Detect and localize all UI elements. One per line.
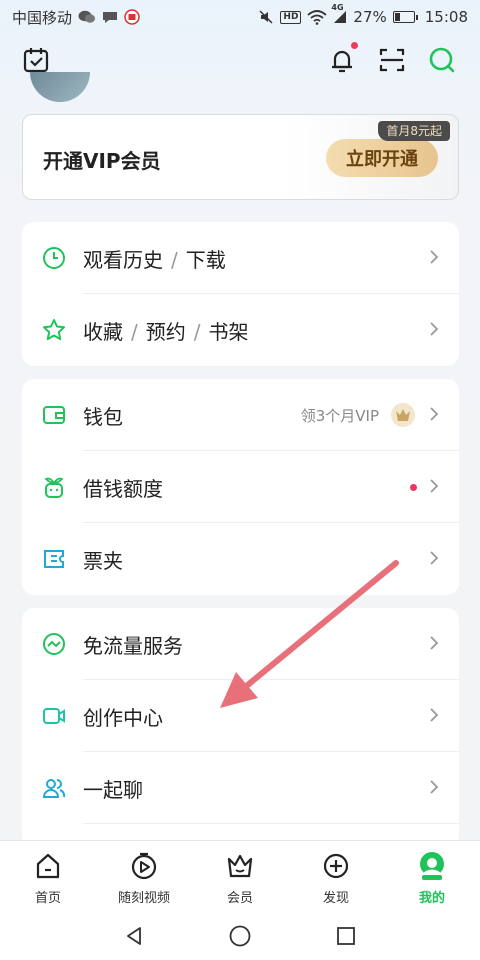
- message-icon: [102, 10, 118, 24]
- chevron-right-icon: [429, 634, 439, 652]
- history-download-row[interactable]: 观看历史 / 下载: [22, 222, 459, 294]
- nav-video-label: 随刻视频: [117, 891, 170, 906]
- video-camera-icon: [42, 704, 66, 728]
- divider: [83, 823, 459, 824]
- battery-fill: [394, 13, 400, 21]
- favorites-text[interactable]: 收藏: [83, 320, 123, 344]
- creator-center-row[interactable]: 创作中心: [22, 680, 459, 752]
- recents-icon[interactable]: [330, 920, 362, 952]
- nav-video[interactable]: 随刻视频: [96, 841, 192, 912]
- nav-profile-label: 我的: [418, 891, 445, 906]
- battery-icon: [392, 11, 418, 23]
- data-flow-icon: [42, 632, 66, 656]
- nav-home-label: 首页: [34, 891, 61, 906]
- wallet-row[interactable]: 钱包 领3个月VIP: [22, 379, 459, 451]
- separator-slash: /: [171, 247, 178, 272]
- profile-icon: [417, 851, 447, 881]
- chevron-right-icon: [429, 248, 439, 266]
- chevron-right-icon: [429, 477, 439, 495]
- clock-icon: [42, 246, 66, 270]
- wechat-icon: [78, 10, 96, 24]
- data-free-label: 免流量服务: [83, 633, 183, 658]
- reservations-text[interactable]: 预约: [146, 320, 186, 344]
- sprout-pot-icon: [42, 475, 66, 499]
- system-navigation-bar: [0, 912, 480, 960]
- vip-promo-tag: 首月8元起: [378, 121, 450, 141]
- favorites-row[interactable]: 收藏 / 预约 / 书架: [22, 294, 459, 366]
- star-icon: [42, 318, 66, 342]
- open-vip-button[interactable]: 立即开通: [326, 139, 438, 177]
- wifi-icon: [307, 9, 328, 25]
- chevron-right-icon: [429, 405, 439, 423]
- favorites-label: 收藏 / 预约 / 书架: [83, 316, 249, 345]
- chat-together-row[interactable]: 一起聊: [22, 752, 459, 824]
- mute-icon: [258, 9, 274, 25]
- chevron-right-icon: [429, 778, 439, 796]
- nav-profile[interactable]: 我的: [384, 841, 480, 912]
- wallet-icon: [42, 403, 66, 427]
- separator-slash: /: [131, 319, 138, 344]
- people-icon: [42, 776, 66, 800]
- home-icon: [33, 851, 63, 881]
- play-circle-icon: [129, 851, 159, 881]
- ticket-icon: [42, 547, 66, 571]
- chevron-right-icon: [429, 320, 439, 338]
- plus-circle-icon: [321, 851, 351, 881]
- nav-vip[interactable]: 会员: [192, 841, 288, 912]
- battery-percent: 27%: [353, 8, 387, 26]
- nav-discover[interactable]: 发现: [288, 841, 384, 912]
- vip-title: 开通VIP会员: [43, 149, 161, 173]
- wallet-card: 钱包 领3个月VIP 借钱额度 票夹: [22, 379, 459, 595]
- wallet-promo-hint: 领3个月VIP: [300, 406, 379, 425]
- separator-slash: /: [193, 319, 201, 344]
- app-notification-icon: [124, 9, 140, 25]
- chevron-right-icon: [429, 549, 439, 567]
- clock: 15:08: [424, 8, 468, 26]
- nav-vip-label: 会员: [226, 891, 253, 906]
- tickets-label: 票夹: [83, 548, 123, 573]
- history-label: 观看历史 / 下载: [83, 244, 226, 273]
- tickets-row[interactable]: 票夹: [22, 523, 459, 595]
- bookshelf-text[interactable]: 书架: [209, 320, 249, 344]
- data-free-row[interactable]: 免流量服务: [22, 608, 459, 680]
- network-type: 4G: [331, 3, 344, 12]
- creator-center-label: 创作中心: [83, 705, 163, 730]
- bottom-navigation: 首页 随刻视频 会员 发现 我的: [0, 840, 480, 912]
- scan-icon[interactable]: [374, 42, 410, 78]
- badge-dot: [410, 484, 417, 491]
- back-icon[interactable]: [118, 920, 150, 952]
- services-card: 免流量服务 创作中心 一起聊: [22, 608, 459, 848]
- credit-row[interactable]: 借钱额度: [22, 451, 459, 523]
- nav-discover-label: 发现: [322, 891, 349, 906]
- credit-label: 借钱额度: [83, 476, 163, 501]
- carrier-text: 中国移动: [12, 8, 73, 27]
- search-icon[interactable]: [424, 42, 460, 78]
- history-card: 观看历史 / 下载 收藏 / 预约 / 书架: [22, 222, 459, 366]
- chat-together-label: 一起聊: [83, 777, 143, 802]
- avatar[interactable]: [30, 72, 90, 102]
- nav-home[interactable]: 首页: [0, 841, 96, 912]
- crown-icon: [225, 851, 255, 881]
- vip-banner[interactable]: 开通VIP会员 立即开通 首月8元起: [22, 114, 459, 200]
- crown-icon: [391, 403, 415, 427]
- hd-badge: HD: [280, 10, 302, 24]
- chevron-right-icon: [429, 706, 439, 724]
- history-text[interactable]: 观看历史: [83, 248, 163, 272]
- download-text[interactable]: 下载: [186, 248, 226, 272]
- status-bar: 中国移动 HD 4G 27% 15:08: [0, 0, 480, 34]
- signal-icon: 4G: [331, 3, 347, 24]
- bell-icon[interactable]: [324, 42, 360, 78]
- wallet-label: 钱包: [83, 404, 123, 429]
- notification-dot: [351, 42, 358, 49]
- home-circle-icon[interactable]: [224, 920, 256, 952]
